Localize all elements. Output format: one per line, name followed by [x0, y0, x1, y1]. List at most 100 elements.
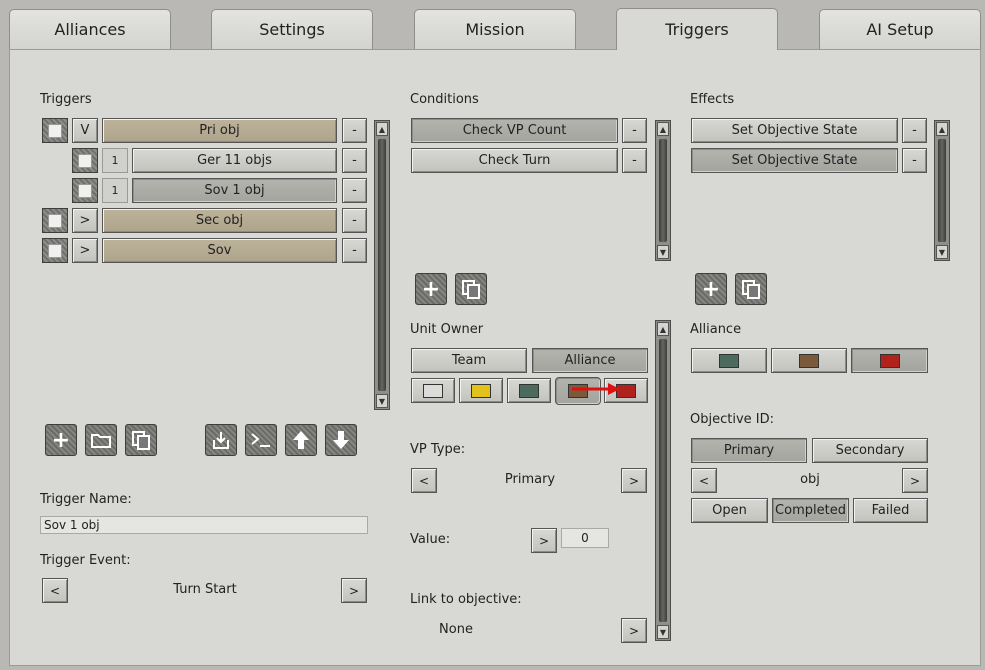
scroll-up-arrow[interactable]: ▲ [376, 122, 388, 136]
add-trigger-button[interactable]: + [45, 424, 77, 456]
effects-heading: Effects [690, 92, 735, 107]
remove-effect-button[interactable]: - [902, 148, 927, 173]
alliance-color-red[interactable] [851, 348, 928, 373]
import-trigger-button[interactable] [205, 424, 237, 456]
add-effect-button[interactable]: + [695, 273, 727, 305]
tab-label: AI Setup [866, 20, 934, 39]
scroll-down-arrow[interactable]: ▼ [376, 394, 388, 408]
trigger-enable-checkbox[interactable] [72, 178, 98, 203]
link-to-objective-value: None [439, 622, 473, 637]
scroll-thumb[interactable] [938, 139, 946, 242]
trigger-event-next-button[interactable]: > [341, 578, 367, 603]
value-input[interactable]: 0 [561, 528, 609, 548]
conditions-scrollbar[interactable]: ▲ ▼ [655, 120, 671, 261]
effect-item-selected[interactable]: Set Objective State [691, 148, 898, 173]
scroll-down-arrow[interactable]: ▼ [657, 245, 669, 259]
tab-ai-setup[interactable]: AI Setup [819, 9, 981, 49]
scroll-thumb[interactable] [659, 139, 667, 242]
color-swatch [719, 353, 739, 368]
move-up-button[interactable] [285, 424, 317, 456]
arrow-up-icon [293, 431, 309, 449]
state-completed-button[interactable]: Completed [772, 498, 849, 523]
trigger-event-prev-button[interactable]: < [42, 578, 68, 603]
add-condition-button[interactable]: + [415, 273, 447, 305]
trigger-item[interactable]: Pri obj [102, 118, 337, 143]
remove-trigger-button[interactable]: - [342, 208, 367, 233]
scroll-down-arrow[interactable]: ▼ [936, 245, 948, 259]
color-swatch [879, 353, 900, 368]
objective-value: obj [800, 472, 820, 487]
scroll-up-arrow[interactable]: ▲ [657, 122, 669, 136]
alliance-color-green[interactable] [691, 348, 767, 373]
alliance-color-brown[interactable] [771, 348, 847, 373]
folder-icon [91, 434, 111, 448]
trigger-item-selected[interactable]: Sov 1 obj [132, 178, 337, 203]
owner-color-green[interactable] [507, 378, 551, 403]
remove-condition-button[interactable]: - [622, 118, 647, 143]
objective-next-button[interactable]: > [902, 468, 928, 493]
trigger-enable-checkbox[interactable] [42, 118, 68, 143]
remove-trigger-button[interactable]: - [342, 148, 367, 173]
tab-label: Mission [465, 20, 525, 39]
trigger-enable-checkbox[interactable] [72, 148, 98, 173]
trigger-enable-checkbox[interactable] [42, 238, 68, 263]
plus-icon: + [701, 276, 721, 302]
scroll-down-arrow[interactable]: ▼ [657, 625, 669, 639]
condition-settings-scrollbar[interactable]: ▲ ▼ [655, 320, 671, 641]
owner-color-white[interactable] [411, 378, 455, 403]
trigger-item[interactable]: Ger 11 objs [132, 148, 337, 173]
condition-item-selected[interactable]: Check VP Count [411, 118, 618, 143]
owner-color-yellow[interactable] [459, 378, 503, 403]
triggers-scrollbar[interactable]: ▲ ▼ [374, 120, 390, 410]
effects-scrollbar[interactable]: ▲ ▼ [934, 120, 950, 261]
move-down-button[interactable] [325, 424, 357, 456]
trigger-item[interactable]: Sov [102, 238, 337, 263]
script-console-button[interactable] [245, 424, 277, 456]
scroll-thumb[interactable] [378, 139, 386, 391]
state-open-button[interactable]: Open [691, 498, 768, 523]
trigger-enable-checkbox[interactable] [42, 208, 68, 233]
vp-type-next-button[interactable]: > [621, 468, 647, 493]
state-failed-button[interactable]: Failed [853, 498, 928, 523]
tab-label: Settings [259, 20, 325, 39]
trigger-expand-toggle[interactable]: V [72, 118, 98, 143]
copy-icon [132, 431, 150, 450]
console-icon [251, 433, 270, 447]
color-swatch [799, 353, 819, 368]
owner-alliance-button[interactable]: Alliance [532, 348, 648, 373]
scroll-up-arrow[interactable]: ▲ [936, 122, 948, 136]
trigger-expand-toggle[interactable]: > [72, 238, 98, 263]
trigger-count: 1 [102, 178, 128, 203]
owner-team-button[interactable]: Team [411, 348, 527, 373]
copy-condition-button[interactable] [455, 273, 487, 305]
copy-trigger-button[interactable] [125, 424, 157, 456]
tab-alliances[interactable]: Alliances [9, 9, 171, 49]
trigger-expand-toggle[interactable]: > [72, 208, 98, 233]
copy-effect-button[interactable] [735, 273, 767, 305]
tab-triggers[interactable]: Triggers [616, 8, 778, 50]
value-increment-button[interactable]: > [531, 528, 557, 553]
effect-item[interactable]: Set Objective State [691, 118, 898, 143]
remove-trigger-button[interactable]: - [342, 118, 367, 143]
link-to-objective-next-button[interactable]: > [621, 618, 647, 643]
trigger-name-input[interactable]: Sov 1 obj [40, 516, 368, 534]
tab-settings[interactable]: Settings [211, 9, 373, 49]
trigger-event-label: Trigger Event: [40, 553, 131, 568]
remove-condition-button[interactable]: - [622, 148, 647, 173]
condition-item[interactable]: Check Turn [411, 148, 618, 173]
vp-type-prev-button[interactable]: < [411, 468, 437, 493]
objective-prev-button[interactable]: < [691, 468, 717, 493]
scroll-thumb[interactable] [659, 339, 667, 622]
trigger-item[interactable]: Sec obj [102, 208, 337, 233]
scroll-up-arrow[interactable]: ▲ [657, 322, 669, 336]
plus-icon: + [421, 276, 441, 302]
red-arrow-icon [572, 383, 620, 395]
remove-trigger-button[interactable]: - [342, 238, 367, 263]
remove-effect-button[interactable]: - [902, 118, 927, 143]
remove-trigger-button[interactable]: - [342, 178, 367, 203]
add-folder-button[interactable] [85, 424, 117, 456]
tab-mission[interactable]: Mission [414, 9, 576, 49]
plus-icon: + [51, 427, 71, 453]
objective-secondary-button[interactable]: Secondary [812, 438, 928, 463]
objective-primary-button[interactable]: Primary [691, 438, 807, 463]
